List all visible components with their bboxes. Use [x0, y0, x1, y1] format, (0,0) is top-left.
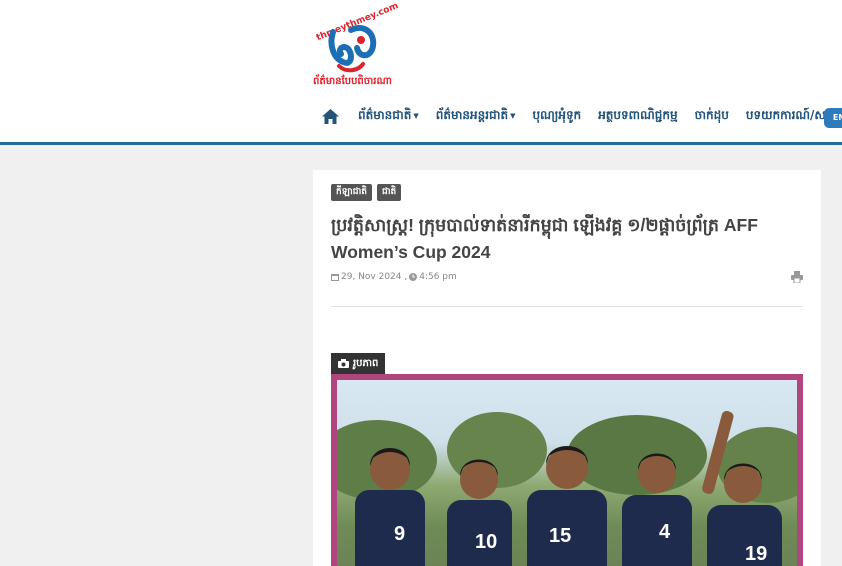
- jersey-number-10: 10: [475, 531, 497, 553]
- article-time: 4:56 pm: [419, 272, 457, 282]
- article-meta: 29, Nov 2024 , 4:56 pm: [331, 272, 457, 282]
- site-logo[interactable]: thmeythmey.com ព័ត៌មានបែបពិចារណា: [305, 1, 400, 88]
- jersey-number-15: 15: [549, 525, 571, 547]
- navbar-divider: [0, 142, 842, 145]
- language-button[interactable]: EN: [824, 108, 842, 128]
- nav-item-international-news[interactable]: ព័ត៌មានអន្តរជាតិ ▼: [436, 107, 516, 125]
- article-date: 29, Nov 2024 ,: [341, 272, 408, 282]
- article-tags: កីឡាជាតិ ជាតិ: [331, 184, 402, 201]
- main-navbar: ព័ត៌មានជាតិ ▼ ព័ត៌មានអន្តរជាតិ ▼ បុណ្យអុំទ…: [0, 92, 842, 142]
- camera-icon: [338, 359, 349, 368]
- article-photo[interactable]: 9 10 15 4 19: [331, 374, 803, 566]
- photo-label: រូបភាព: [331, 353, 386, 374]
- logo-mark: [328, 25, 377, 73]
- jersey-number-9: 9: [394, 523, 405, 545]
- logo-tagline: ព័ត៌មានបែបពិចារណា: [313, 76, 392, 87]
- article-card: កីឡាជាតិ ជាតិ ប្រវត្តិសាស្ត្រ! ក្រុមបាល់…: [313, 170, 821, 566]
- nav-item-water-festival[interactable]: បុណ្យអុំទូក: [532, 107, 581, 125]
- jersey-number-4: 4: [659, 521, 671, 543]
- nav-item-live[interactable]: ចាក់ដុប: [695, 107, 729, 125]
- chevron-down-icon: ▼: [510, 112, 516, 120]
- site-header: thmeythmey.com ព័ត៌មានបែបពិចារណា: [0, 0, 842, 92]
- chevron-down-icon: ▼: [413, 112, 419, 120]
- calendar-icon: [331, 274, 339, 281]
- photo-team-celebration: 9 10 15 4 19: [337, 380, 797, 566]
- photo-illustration: 9 10 15 4 19: [337, 411, 797, 566]
- tag-national[interactable]: ជាតិ: [376, 184, 402, 201]
- nav-menu: ព័ត៌មានជាតិ ▼ ព័ត៌មានអន្តរជាតិ ▼ បុណ្យអុំទ…: [322, 106, 842, 126]
- clock-icon: [409, 273, 418, 281]
- article-title: ប្រវត្តិសាស្ត្រ! ក្រុមបាល់ទាត់នារីកម្ពុជ…: [331, 215, 758, 262]
- home-icon[interactable]: [322, 106, 342, 126]
- nav-item-national-news[interactable]: ព័ត៌មានជាតិ ▼: [358, 107, 419, 125]
- jersey-number-19: 19: [745, 543, 767, 565]
- nav-item-commerce[interactable]: អត្ថបទពាណិជ្ជកម្ម: [598, 107, 677, 125]
- tag-national-sport[interactable]: កីឡាជាតិ: [331, 184, 372, 201]
- print-icon[interactable]: [791, 271, 803, 283]
- article-divider: [331, 306, 803, 307]
